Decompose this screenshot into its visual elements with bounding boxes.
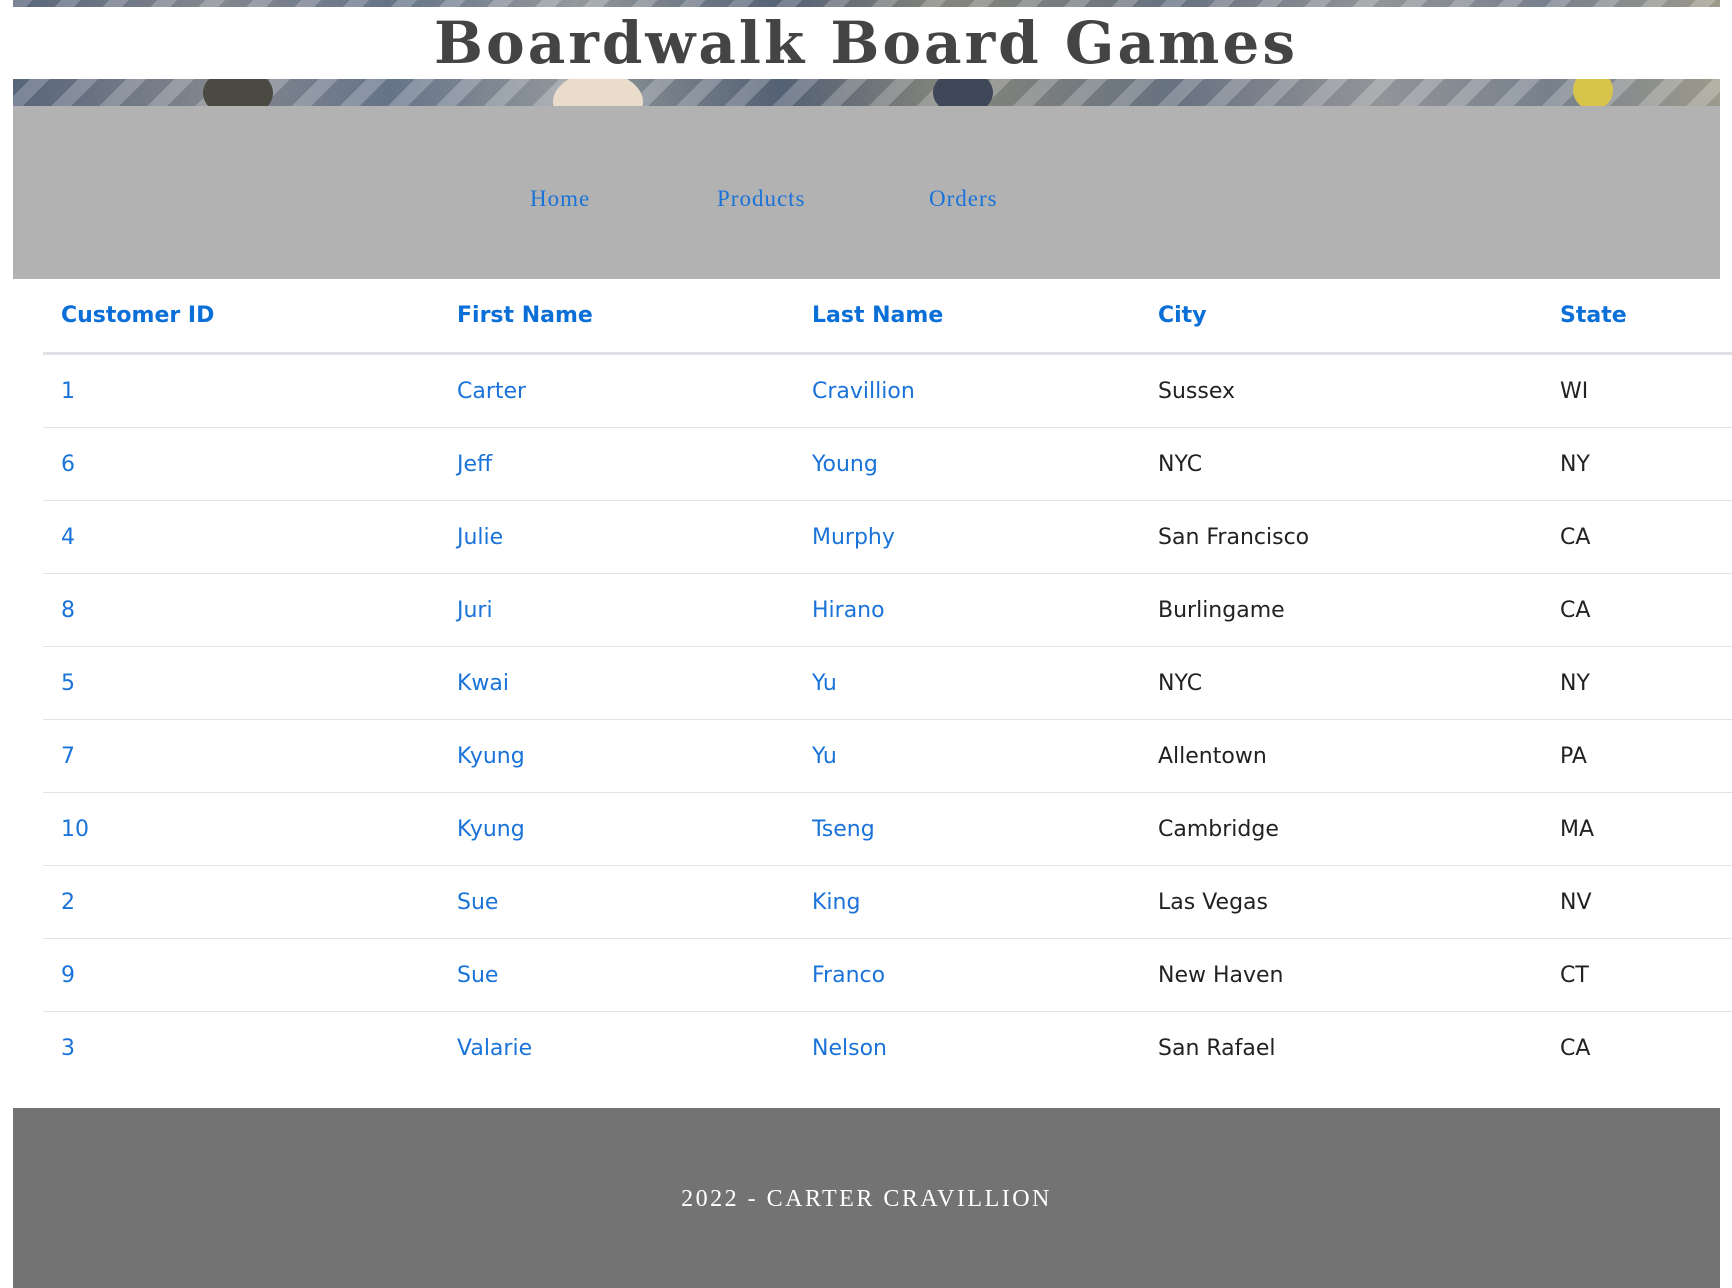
cell-customer-id[interactable]: 6 (43, 427, 439, 501)
cell-customer-id[interactable]: 9 (43, 938, 439, 1012)
table-row: 1 Carter Cravillion Sussex WI (43, 353, 1732, 428)
cell-last-name[interactable]: Franco (794, 938, 1140, 1012)
cell-last-name[interactable]: Cravillion (794, 353, 1140, 428)
cell-state: CA (1542, 500, 1732, 574)
cell-first-name[interactable]: Julie (439, 500, 794, 574)
cell-customer-id[interactable]: 8 (43, 573, 439, 647)
column-header-customer-id[interactable]: Customer ID (43, 279, 439, 355)
column-header-last-name[interactable]: Last Name (794, 279, 1140, 355)
table-row: 8 Juri Hirano Burlingame CA (43, 573, 1732, 647)
table-body: 1 Carter Cravillion Sussex WI 6 Jeff Young NYC NY… (43, 353, 1732, 1085)
table-row: 5 Kwai Yu NYC NY (43, 646, 1732, 720)
table-row: 7 Kyung Yu Allentown PA (43, 719, 1732, 793)
table-row: 3 Valarie Nelson San Rafael CA (43, 1012, 1732, 1085)
cell-city: Allentown (1140, 719, 1542, 793)
cell-customer-id[interactable]: 10 (43, 792, 439, 866)
cell-state: CA (1560, 1035, 1591, 1061)
cell-city: Cambridge (1140, 792, 1542, 866)
main-nav: Home Products Orders (13, 106, 1720, 279)
cell-customer-id[interactable]: 5 (43, 646, 439, 720)
cell-last-name[interactable]: Tseng (794, 792, 1140, 866)
customers-table-container: Customer ID First Name Last Name City St… (43, 279, 1732, 1084)
cell-customer-id[interactable]: 1 (43, 353, 439, 428)
cell-first-name[interactable]: Kyung (439, 719, 794, 793)
cell-state: MA (1542, 792, 1732, 866)
cell-state: NY (1542, 427, 1732, 501)
cell-city: Sussex (1140, 353, 1542, 428)
cell-state: PA (1542, 719, 1732, 793)
cell-state: WI (1542, 353, 1732, 428)
nav-products-link[interactable]: Products (717, 186, 806, 212)
cell-state: CA (1542, 573, 1732, 647)
cell-city: Burlingame (1140, 573, 1542, 647)
cell-customer-id[interactable]: 7 (43, 719, 439, 793)
column-header-state[interactable]: State (1542, 279, 1732, 355)
cell-last-name[interactable]: Yu (794, 646, 1140, 720)
table-row: 6 Jeff Young NYC NY (43, 427, 1732, 501)
cell-last-name[interactable]: Nelson (794, 1012, 1140, 1085)
cell-first-name[interactable]: Jeff (439, 427, 794, 501)
column-header-city[interactable]: City (1140, 279, 1542, 355)
table-row: 9 Sue Franco New Haven CT (43, 938, 1732, 1012)
table-row: 10 Kyung Tseng Cambridge MA (43, 792, 1732, 866)
cell-city: Las Vegas (1140, 865, 1542, 939)
cell-first-name[interactable]: Sue (439, 938, 794, 1012)
cell-city: New Haven (1140, 938, 1542, 1012)
cell-city: San Francisco (1140, 500, 1542, 574)
cell-first-name[interactable]: Sue (439, 865, 794, 939)
site-title: Boardwalk Board Games (434, 9, 1298, 77)
cell-last-name[interactable]: Yu (794, 719, 1140, 793)
footer-copyright: 2022 - CARTER CRAVILLION (681, 1186, 1052, 1212)
cell-first-name[interactable]: Kyung (439, 792, 794, 866)
table-row: 4 Julie Murphy San Francisco CA (43, 500, 1732, 574)
cell-last-name[interactable]: Murphy (794, 500, 1140, 574)
cell-customer-id[interactable]: 3 (43, 1012, 439, 1085)
page-footer: 2022 - CARTER CRAVILLION (13, 1108, 1720, 1288)
cell-customer-id[interactable]: 4 (43, 500, 439, 574)
cell-state: CT (1542, 938, 1732, 1012)
cell-last-name[interactable]: Hirano (794, 573, 1140, 647)
nav-orders-link[interactable]: Orders (929, 186, 998, 212)
cell-state: NV (1542, 865, 1732, 939)
cell-customer-id[interactable]: 2 (43, 865, 439, 939)
column-header-first-name[interactable]: First Name (439, 279, 794, 355)
cell-city: San Rafael (1158, 1035, 1276, 1061)
cell-last-name[interactable]: King (794, 865, 1140, 939)
nav-home-link[interactable]: Home (530, 186, 590, 212)
cell-first-name[interactable]: Juri (439, 573, 794, 647)
table-row: 2 Sue King Las Vegas NV (43, 865, 1732, 939)
cell-city: NYC (1140, 646, 1542, 720)
customers-table: Customer ID First Name Last Name City St… (43, 279, 1732, 1084)
cell-last-name[interactable]: Young (794, 427, 1140, 501)
table-header-row: Customer ID First Name Last Name City St… (43, 279, 1732, 355)
cell-first-name[interactable]: Kwai (439, 646, 794, 720)
cell-first-name[interactable]: Valarie (439, 1012, 794, 1085)
cell-first-name[interactable]: Carter (439, 353, 794, 428)
cell-state: NY (1542, 646, 1732, 720)
cell-city: NYC (1140, 427, 1542, 501)
